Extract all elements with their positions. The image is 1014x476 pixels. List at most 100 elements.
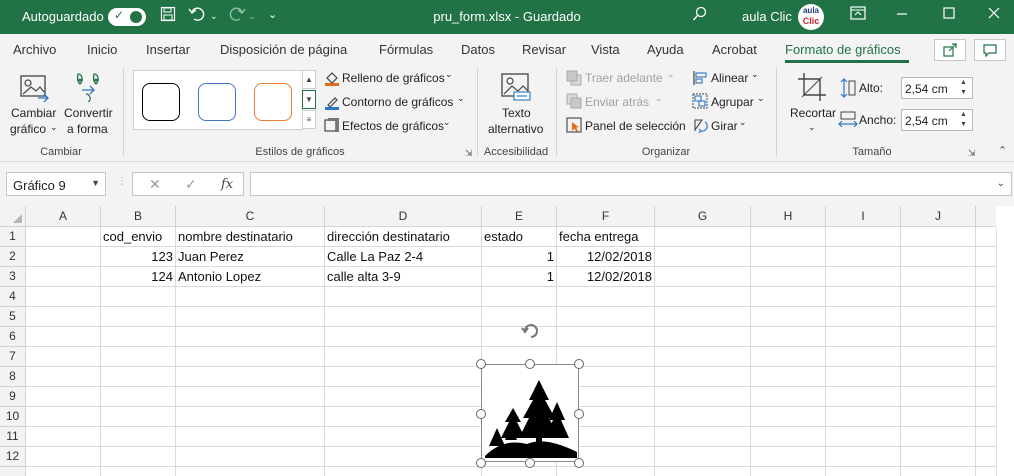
rotate-dropdown-icon[interactable]: ⌄ bbox=[739, 117, 747, 128]
gallery-up-icon[interactable]: ▲ bbox=[302, 70, 316, 89]
resize-handle-se[interactable] bbox=[574, 458, 584, 468]
row-header-7[interactable]: 7 bbox=[0, 347, 26, 367]
convert-shape-label-2[interactable]: a forma bbox=[67, 122, 108, 136]
resize-handle-w[interactable] bbox=[476, 409, 486, 419]
width-down-icon[interactable]: ▼ bbox=[960, 120, 970, 130]
style-black-outline[interactable] bbox=[142, 83, 180, 121]
tab-formato-graficos[interactable]: Formato de gráficos bbox=[785, 42, 901, 57]
enter-icon[interactable]: ✓ bbox=[185, 176, 197, 193]
resize-handle-e[interactable] bbox=[574, 409, 584, 419]
fill-dropdown-icon[interactable]: ⌄ bbox=[445, 69, 453, 80]
outline-dropdown-icon[interactable]: ⌄ bbox=[457, 93, 465, 104]
share-button[interactable] bbox=[934, 39, 966, 61]
graphic-fill-label[interactable]: Relleno de gráficos bbox=[342, 71, 445, 85]
user-name[interactable]: aula Clic bbox=[742, 9, 792, 24]
tab-ayuda[interactable]: Ayuda bbox=[647, 42, 684, 57]
resize-handle-sw[interactable] bbox=[476, 458, 486, 468]
width-up-icon[interactable]: ▲ bbox=[960, 110, 970, 120]
rotate-icon[interactable] bbox=[692, 117, 708, 136]
row-header-6[interactable]: 6 bbox=[0, 327, 26, 347]
graphic-effects-label[interactable]: Efectos de gráficos bbox=[342, 119, 444, 133]
resize-handle-nw[interactable] bbox=[476, 359, 486, 369]
graphic-outline-icon[interactable] bbox=[324, 94, 340, 113]
row-header-8[interactable]: 8 bbox=[0, 367, 26, 387]
tab-datos[interactable]: Datos bbox=[461, 42, 495, 57]
ribbon-display-icon[interactable] bbox=[850, 6, 866, 24]
tab-formulas[interactable]: Fórmulas bbox=[379, 42, 433, 57]
row-header-12[interactable]: 12 bbox=[0, 447, 26, 467]
undo-dropdown-icon[interactable]: ⌄ bbox=[210, 11, 218, 22]
style-blue-outline[interactable] bbox=[198, 83, 236, 121]
cancel-icon[interactable]: ✕ bbox=[149, 176, 161, 193]
rotate-handle-icon[interactable] bbox=[519, 319, 543, 343]
table-cell[interactable]: Juan Perez bbox=[176, 247, 324, 267]
group-dropdown-icon[interactable]: ⌄ bbox=[757, 93, 765, 104]
alt-text-icon[interactable] bbox=[500, 72, 532, 105]
resize-handle-s[interactable] bbox=[525, 458, 535, 468]
search-icon[interactable] bbox=[692, 6, 708, 26]
row-header-5[interactable]: 5 bbox=[0, 307, 26, 327]
resize-handle-ne[interactable] bbox=[574, 359, 584, 369]
selected-graphic[interactable] bbox=[481, 364, 579, 462]
size-dialog-launcher-icon[interactable]: ⇲ bbox=[968, 148, 976, 159]
resize-handle-icon[interactable]: ⋮ bbox=[117, 176, 127, 187]
height-spinner[interactable]: 2,54 cm ▲ ▼ bbox=[901, 77, 973, 99]
column-header-b[interactable]: B bbox=[101, 206, 176, 227]
alt-text-label-2[interactable]: alternativo bbox=[488, 122, 543, 136]
table-cell[interactable]: Antonio Lopez bbox=[176, 267, 324, 287]
header-cell-estado[interactable]: estado bbox=[482, 227, 556, 247]
row-header-11[interactable]: 11 bbox=[0, 427, 26, 447]
table-cell[interactable]: calle alta 3-9 bbox=[325, 267, 481, 287]
name-box-dropdown-icon[interactable]: ▼ bbox=[91, 178, 100, 188]
column-header-j[interactable]: J bbox=[901, 206, 976, 227]
header-cell-nombre[interactable]: nombre destinatario bbox=[176, 227, 324, 247]
tab-vista[interactable]: Vista bbox=[591, 42, 620, 57]
selection-pane-icon[interactable] bbox=[566, 117, 582, 136]
height-up-icon[interactable]: ▲ bbox=[960, 78, 970, 88]
rotate-label[interactable]: Girar bbox=[711, 119, 738, 133]
header-cell-direccion[interactable]: dirección destinatario bbox=[325, 227, 481, 247]
height-down-icon[interactable]: ▼ bbox=[960, 88, 970, 98]
crop-dropdown-icon[interactable]: ⌄ bbox=[808, 122, 816, 133]
column-header-c[interactable]: C bbox=[176, 206, 325, 227]
column-header-a[interactable]: A bbox=[26, 206, 101, 227]
style-orange-outline[interactable] bbox=[254, 83, 292, 121]
row-header-4[interactable]: 4 bbox=[0, 287, 26, 307]
select-all-button[interactable] bbox=[0, 206, 26, 227]
crop-icon[interactable] bbox=[797, 72, 827, 105]
align-dropdown-icon[interactable]: ⌄ bbox=[751, 69, 759, 80]
graphic-outline-label[interactable]: Contorno de gráficos bbox=[342, 95, 453, 109]
align-icon[interactable] bbox=[692, 70, 708, 89]
convert-shape-label-1[interactable]: Convertir bbox=[64, 106, 113, 120]
styles-dialog-launcher-icon[interactable]: ⇲ bbox=[465, 148, 473, 159]
tab-archivo[interactable]: Archivo bbox=[13, 42, 56, 57]
column-header-f[interactable]: F bbox=[557, 206, 655, 227]
column-header-i[interactable]: I bbox=[826, 206, 901, 227]
undo-icon[interactable] bbox=[188, 6, 206, 26]
resize-handle-n[interactable] bbox=[525, 359, 535, 369]
graphic-effects-icon[interactable] bbox=[324, 117, 340, 136]
change-graphic-dropdown-icon[interactable]: ⌄ bbox=[50, 122, 58, 133]
save-icon[interactable] bbox=[160, 6, 176, 26]
maximize-icon[interactable] bbox=[943, 6, 955, 24]
name-box[interactable]: Gráfico 9 ▼ bbox=[6, 172, 106, 196]
align-label[interactable]: Alinear bbox=[711, 71, 748, 85]
trees-icon[interactable] bbox=[483, 366, 579, 462]
table-cell[interactable]: 12/02/2018 bbox=[557, 247, 654, 267]
table-cell[interactable]: 1 bbox=[482, 247, 556, 267]
crop-label[interactable]: Recortar bbox=[790, 106, 836, 120]
effects-dropdown-icon[interactable]: ⌄ bbox=[443, 117, 451, 128]
change-graphic-label-1[interactable]: Cambiar bbox=[11, 106, 56, 120]
table-cell[interactable]: 1 bbox=[482, 267, 556, 287]
expand-formula-icon[interactable]: ⌄ bbox=[997, 178, 1005, 189]
insert-function-icon[interactable]: fx bbox=[221, 177, 233, 192]
column-header-e[interactable]: E bbox=[482, 206, 557, 227]
autosave-toggle[interactable]: ✓ bbox=[108, 8, 146, 26]
comments-button[interactable] bbox=[974, 39, 1006, 61]
group-label[interactable]: Agrupar bbox=[711, 95, 754, 109]
row-header-10[interactable]: 10 bbox=[0, 407, 26, 427]
minimize-icon[interactable] bbox=[896, 6, 908, 24]
name-box-value[interactable]: Gráfico 9 bbox=[13, 178, 66, 193]
group-icon[interactable] bbox=[692, 93, 708, 112]
table-cell[interactable]: 124 bbox=[101, 267, 175, 287]
